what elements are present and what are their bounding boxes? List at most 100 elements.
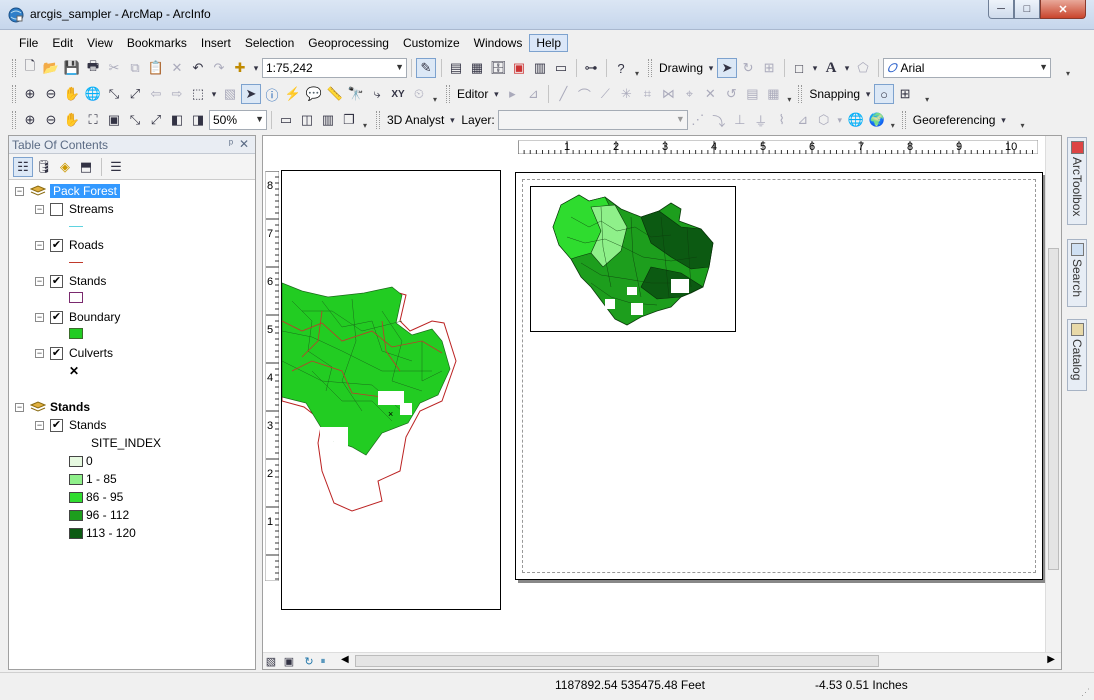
toolbar-grip[interactable] — [798, 85, 803, 103]
hyperlink-icon[interactable]: ⚡ — [283, 84, 303, 104]
pin-icon[interactable]: ᵖ — [229, 138, 233, 150]
python-window-icon[interactable]: ▭ — [551, 58, 571, 78]
map-scale-combo[interactable]: 1:75,242 ▼ — [262, 58, 407, 78]
data-frame-label[interactable]: Stands — [50, 400, 90, 414]
end-snapping-icon[interactable]: ⊞ — [895, 84, 915, 104]
trace-icon[interactable]: ⟋ — [595, 84, 615, 104]
clear-selection-icon[interactable]: ▧ — [220, 84, 240, 104]
fixed-zoom-out-icon[interactable]: ⤢ — [146, 110, 166, 130]
previous-extent-icon[interactable]: ◧ — [167, 110, 187, 130]
dock-tab-arctoolbox[interactable]: ArcToolbox — [1067, 137, 1087, 225]
data-frame-label[interactable]: Pack Forest — [50, 184, 121, 198]
change-layout-icon[interactable]: ▥ — [318, 110, 338, 130]
reshape-icon[interactable]: ⋈ — [658, 84, 678, 104]
stands-map[interactable] — [531, 187, 737, 333]
menu-selection[interactable]: Selection — [238, 34, 301, 52]
add-data-icon[interactable]: ✚ — [230, 58, 250, 78]
copy-icon[interactable]: ⧉ — [125, 58, 145, 78]
pack-forest-map[interactable]: × — [282, 171, 501, 610]
layout-view-icon[interactable]: ▣ — [279, 651, 299, 671]
go-to-xy-icon[interactable]: XY — [388, 84, 408, 104]
layout-zoom-out-icon[interactable]: ⊖ — [41, 110, 61, 130]
interpolate-line-icon[interactable]: ⊿ — [793, 110, 813, 130]
zoom-to-selected-icon[interactable]: ⊞ — [759, 58, 779, 78]
list-by-drawing-order-icon[interactable]: ☷ — [13, 156, 33, 177]
rectangle-icon[interactable]: □ — [789, 58, 809, 78]
cut-icon[interactable]: ✂ — [104, 58, 124, 78]
collapse-icon[interactable]: − — [15, 186, 24, 196]
layer-visibility-checkbox[interactable] — [50, 202, 63, 216]
zoom-100-icon[interactable]: ▣ — [104, 110, 124, 130]
georeferencing-menu[interactable]: Georeferencing — [913, 113, 996, 127]
interpolate-polygon-icon[interactable]: ⬡ — [814, 110, 834, 130]
html-popup-icon[interactable]: 💬 — [304, 84, 324, 104]
rotate-icon[interactable]: ↻ — [738, 58, 758, 78]
search-window-icon[interactable]: ▣ — [509, 58, 529, 78]
scroll-right-icon[interactable]: ▶ — [1047, 654, 1055, 665]
menu-windows[interactable]: Windows — [467, 34, 530, 52]
attributes-icon[interactable]: ▤ — [742, 84, 762, 104]
edit-vertices-icon[interactable]: ⌗ — [637, 84, 657, 104]
sketch-properties-icon[interactable]: ▦ — [763, 84, 783, 104]
toggle-draft-mode-icon[interactable]: ▭ — [276, 110, 296, 130]
undo-icon[interactable]: ↶ — [188, 58, 208, 78]
layer-boundary[interactable]: − ✔ Boundary — [35, 308, 120, 326]
stands-map-page[interactable] — [515, 172, 1043, 580]
list-by-selection-icon[interactable]: ⬒ — [76, 157, 96, 177]
rotate-feature-icon[interactable]: ↺ — [721, 84, 741, 104]
rectangle-dropdown-icon[interactable]: ▾ — [810, 58, 820, 78]
edit-annotation-icon[interactable]: ⊿ — [523, 84, 543, 104]
menu-edit[interactable]: Edit — [45, 34, 80, 52]
close-icon[interactable]: ✕ — [239, 137, 249, 151]
collapse-icon[interactable]: − — [35, 312, 44, 322]
time-slider-icon[interactable]: ⏲ — [409, 84, 429, 104]
list-by-visibility-icon[interactable]: ◈ — [55, 157, 75, 177]
stands-data-frame[interactable] — [530, 186, 736, 332]
layer-label[interactable]: Stands — [69, 418, 106, 432]
zoom-out-icon[interactable]: ⊖ — [41, 84, 61, 104]
toolbar-grip[interactable] — [376, 111, 380, 129]
back-extent-icon[interactable]: ⇦ — [146, 84, 166, 104]
layer-label[interactable]: Streams — [69, 202, 114, 216]
layer-label[interactable]: Roads — [69, 238, 104, 252]
snapping-menu[interactable]: Snapping — [809, 87, 860, 101]
menu-customize[interactable]: Customize — [396, 34, 467, 52]
save-icon[interactable]: 💾 — [62, 58, 82, 78]
collapse-icon[interactable]: − — [35, 240, 44, 250]
toolbar-overflow-icon[interactable]: ▾ — [632, 58, 642, 78]
pause-drawing-icon[interactable]: ⏸ — [313, 651, 333, 671]
layer-visibility-checkbox[interactable]: ✔ — [50, 274, 63, 288]
model-builder-icon[interactable]: ⊶ — [581, 58, 601, 78]
text-dropdown-icon[interactable]: ▾ — [842, 58, 852, 78]
fixed-zoom-in-icon[interactable]: ⤡ — [104, 84, 124, 104]
arcglobe-icon[interactable]: 🌍 — [867, 110, 887, 130]
data-driven-pages-icon[interactable]: ❐ — [339, 110, 359, 130]
zoom-in-icon[interactable]: ⊕ — [20, 84, 40, 104]
fixed-zoom-in-icon[interactable]: ⤡ — [125, 110, 145, 130]
layer-culverts[interactable]: − ✔ Culverts — [35, 344, 113, 362]
list-by-source-icon[interactable]: 🛢 — [34, 157, 54, 177]
dock-tab-search[interactable]: Search — [1067, 239, 1087, 307]
cut-polygons-icon[interactable]: ⌖ — [679, 84, 699, 104]
resize-grip-icon[interactable]: ⋰ — [1081, 687, 1090, 698]
redo-icon[interactable]: ↷ — [209, 58, 229, 78]
add-data-dropdown-icon[interactable]: ▾ — [251, 58, 261, 78]
toolbar-overflow-icon[interactable]: ▾ — [1063, 58, 1073, 78]
profile-graph-icon[interactable]: ⌇ — [772, 110, 792, 130]
arctoolbox-icon[interactable]: ▥ — [530, 58, 550, 78]
identify-icon[interactable]: ⓘ — [262, 84, 282, 104]
select-elements-icon[interactable]: ➤ — [241, 84, 261, 104]
3d-analyst-menu[interactable]: 3D Analyst — [387, 113, 444, 127]
layout-view[interactable]: 1 2 3 4 5 6 7 8 9 10 8 7 6 5 4 3 2 1 × ▧… — [262, 135, 1062, 670]
paste-icon[interactable]: 📋 — [146, 58, 166, 78]
point-snapping-icon[interactable]: ○ — [874, 84, 895, 104]
data-frame-pack-forest[interactable]: − Pack Forest — [15, 182, 121, 200]
pan-icon[interactable]: ✋ — [62, 84, 82, 104]
full-extent-icon[interactable]: 🌐 — [83, 84, 103, 104]
measure-icon[interactable]: 📏 — [325, 84, 345, 104]
vertical-scrollbar-thumb[interactable] — [1048, 248, 1059, 570]
split-icon[interactable]: ✕ — [700, 84, 720, 104]
layer-visibility-checkbox[interactable]: ✔ — [50, 418, 63, 432]
layout-pan-icon[interactable]: ✋ — [62, 110, 82, 130]
contour-icon[interactable]: ⋰ — [688, 110, 708, 130]
